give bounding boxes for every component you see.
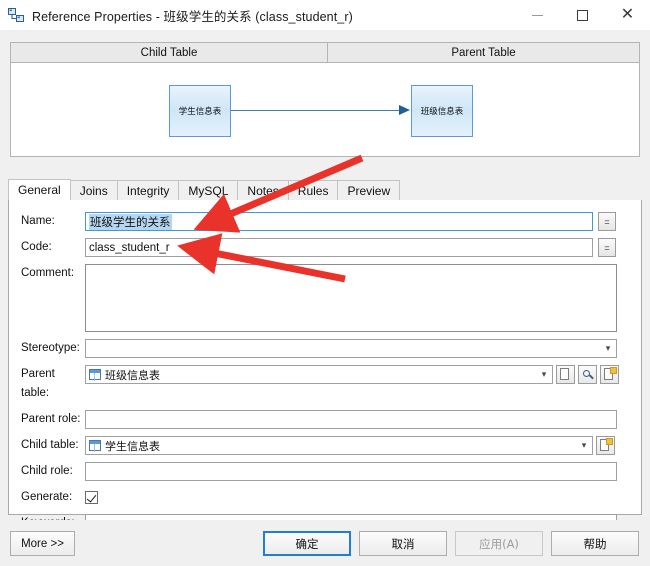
general-form: Name: 班级学生的关系 = Code: class_student_r = … xyxy=(9,200,643,540)
code-equals-button[interactable]: = xyxy=(598,238,616,257)
diagram-canvas[interactable]: 学生信息表 班级信息表 xyxy=(10,63,640,157)
general-tab-panel: Name: 班级学生的关系 = Code: class_student_r = … xyxy=(8,200,642,533)
tab-joins[interactable]: Joins xyxy=(69,180,118,201)
code-label: Code: xyxy=(21,241,52,253)
parent-table-label: Parent table: xyxy=(21,368,55,399)
name-equals-button[interactable]: = xyxy=(598,212,616,231)
stereotype-row: Stereotype: ▾ xyxy=(9,339,643,358)
parent-role-input[interactable] xyxy=(85,410,617,429)
window-title: Reference Properties - 班级学生的关系 (class_st… xyxy=(32,9,353,24)
relationship-diagram: Child Table Parent Table 学生信息表 班级信息表 xyxy=(10,42,640,157)
name-input[interactable]: 班级学生的关系 xyxy=(85,212,593,231)
child-properties-object-button[interactable] xyxy=(596,436,615,455)
parent-table-header: Parent Table xyxy=(328,42,640,63)
child-table-value: 学生信息表 xyxy=(105,439,160,453)
chevron-down-icon[interactable]: ▾ xyxy=(600,340,616,357)
reference-properties-dialog: Reference Properties - 班级学生的关系 (class_st… xyxy=(0,0,650,566)
parent-table-combobox[interactable]: 班级信息表 ▾ xyxy=(85,365,553,384)
diagram-child-table-box[interactable]: 学生信息表 xyxy=(169,85,231,137)
cancel-button[interactable]: 取消 xyxy=(359,531,447,556)
name-label: Name: xyxy=(21,215,55,227)
child-role-input[interactable] xyxy=(85,462,617,481)
generate-row: Generate: xyxy=(9,488,643,507)
ok-button[interactable]: 确定 xyxy=(263,531,351,556)
child-table-combobox[interactable]: 学生信息表 ▾ xyxy=(85,436,593,455)
relationship-arrowhead-icon xyxy=(399,105,410,115)
comment-label: Comment: xyxy=(21,267,75,279)
child-table-row: Child table: 学生信息表 ▾ xyxy=(9,436,643,455)
code-input-value: class_student_r xyxy=(89,241,170,254)
stereotype-combobox[interactable]: ▾ xyxy=(85,339,617,358)
tab-rules[interactable]: Rules xyxy=(287,180,339,201)
generate-checkbox[interactable] xyxy=(85,491,98,504)
child-role-label: Child role: xyxy=(21,465,73,477)
name-row: Name: 班级学生的关系 = xyxy=(9,212,643,231)
tab-general[interactable]: General xyxy=(8,179,71,201)
tab-notes[interactable]: Notes xyxy=(237,180,289,201)
apply-button: 应用(A) xyxy=(455,531,543,556)
parent-properties-object-button[interactable] xyxy=(600,365,619,384)
diagram-parent-table-box[interactable]: 班级信息表 xyxy=(411,85,473,137)
chevron-down-icon[interactable]: ▾ xyxy=(576,437,592,454)
code-row: Code: class_student_r = xyxy=(9,238,643,257)
comment-row: Comment: xyxy=(9,264,643,332)
diagram-headers: Child Table Parent Table xyxy=(10,42,640,63)
generate-label: Generate: xyxy=(21,491,73,503)
tab-integrity[interactable]: Integrity xyxy=(116,180,180,201)
table-icon xyxy=(89,369,101,381)
child-table-header: Child Table xyxy=(10,42,328,63)
more-button[interactable]: More >> xyxy=(10,531,75,556)
tab-strip: General Joins Integrity MySQL Notes Rule… xyxy=(8,179,642,201)
dialog-footer: More >> 确定 取消 应用(A) 帮助 xyxy=(0,520,650,566)
reference-relationship-icon xyxy=(8,7,24,23)
maximize-button[interactable] xyxy=(560,0,605,30)
table-icon xyxy=(89,440,101,452)
parent-role-row: Parent role: xyxy=(9,410,643,429)
close-button[interactable]: ✕ xyxy=(605,0,650,30)
window-controls: ✕ xyxy=(515,0,650,30)
parent-table-value: 班级信息表 xyxy=(105,368,160,382)
stereotype-label: Stereotype: xyxy=(21,342,80,354)
close-icon: ✕ xyxy=(620,6,635,23)
child-role-row: Child role: xyxy=(9,462,643,481)
tab-preview[interactable]: Preview xyxy=(337,180,401,201)
parent-role-label: Parent role: xyxy=(21,413,81,425)
tab-strip-filler xyxy=(399,180,642,201)
parent-create-object-button[interactable] xyxy=(556,365,575,384)
parent-view-object-button[interactable] xyxy=(578,365,597,384)
chevron-down-icon[interactable]: ▾ xyxy=(536,366,552,383)
relationship-line xyxy=(231,110,403,111)
code-input[interactable]: class_student_r xyxy=(85,238,593,257)
name-input-value: 班级学生的关系 xyxy=(89,213,172,230)
title-bar: Reference Properties - 班级学生的关系 (class_st… xyxy=(0,0,650,30)
comment-textarea[interactable] xyxy=(85,264,617,332)
parent-table-row: Parent table: 班级信息表 ▾ xyxy=(9,365,643,403)
new-page-icon xyxy=(560,368,569,380)
minimize-button[interactable] xyxy=(515,0,560,30)
tab-mysql[interactable]: MySQL xyxy=(178,180,239,201)
help-button[interactable]: 帮助 xyxy=(551,531,639,556)
child-table-label: Child table: xyxy=(21,439,79,451)
